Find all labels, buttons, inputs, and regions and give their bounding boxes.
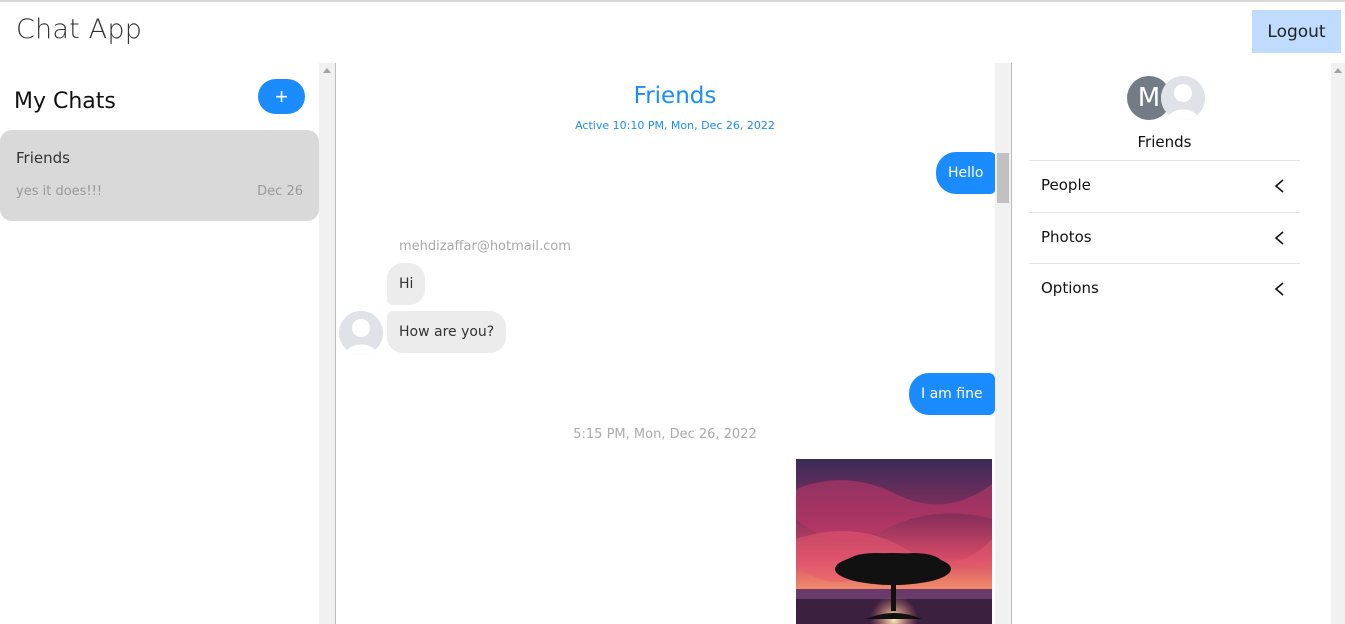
- top-border: [0, 0, 1345, 2]
- chevron-left-icon: [1274, 179, 1284, 193]
- scroll-up-arrow-icon[interactable]: [1334, 68, 1342, 73]
- message-timestamp: 5:15 PM, Mon, Dec 26, 2022: [573, 427, 757, 442]
- chat-name: Friends: [16, 149, 70, 167]
- chat-details-name: Friends: [1137, 133, 1192, 151]
- chevron-left-icon: [1274, 231, 1284, 245]
- new-chat-button[interactable]: +: [258, 79, 305, 114]
- section-label: Photos: [1041, 228, 1092, 246]
- chat-date: Dec 26: [257, 184, 303, 199]
- tree-sunset-image: [796, 459, 992, 624]
- user-silhouette-icon: [1161, 76, 1205, 120]
- section-options[interactable]: Options: [1029, 263, 1300, 314]
- section-label: People: [1041, 176, 1091, 194]
- user-silhouette-icon: [339, 311, 383, 355]
- conversation-status: Active 10:10 PM, Mon, Dec 26, 2022: [575, 119, 775, 132]
- conversation-panel: Friends Active 10:10 PM, Mon, Dec 26, 20…: [337, 63, 1013, 624]
- message-bubble-sent: Hello: [936, 152, 996, 194]
- scroll-up-arrow-icon[interactable]: [323, 68, 331, 73]
- chat-details-panel: M Friends People Photos Options: [1013, 63, 1331, 624]
- message-bubble-sent: I am fine: [909, 373, 995, 415]
- logout-button[interactable]: Logout: [1252, 10, 1341, 53]
- member-avatar: [1161, 76, 1205, 120]
- section-people[interactable]: People: [1029, 160, 1300, 211]
- my-chats-heading: My Chats: [14, 89, 116, 114]
- chat-last-message: yes it does!!!: [16, 184, 103, 199]
- chat-list-panel: My Chats + Friends yes it does!!! Dec 26: [0, 63, 320, 624]
- app-title: Chat App: [16, 14, 143, 45]
- chevron-left-icon: [1274, 282, 1284, 296]
- conversation-title: Friends: [633, 83, 717, 109]
- sender-avatar: [339, 311, 383, 355]
- section-photos[interactable]: Photos: [1029, 212, 1300, 263]
- message-bubble-received: How are you?: [387, 311, 507, 353]
- scrollbar-thumb[interactable]: [997, 153, 1009, 203]
- chat-list-scrollbar[interactable]: [319, 63, 336, 624]
- message-sender: mehdizaffar@hotmail.com: [399, 239, 571, 254]
- message-bubble-received: Hi: [387, 263, 426, 305]
- details-scrollbar[interactable]: [1331, 63, 1345, 624]
- conversation-scrollbar[interactable]: [995, 63, 1012, 624]
- message-image[interactable]: [796, 459, 992, 624]
- section-label: Options: [1041, 279, 1099, 297]
- chat-list-item[interactable]: Friends yes it does!!! Dec 26: [0, 130, 319, 221]
